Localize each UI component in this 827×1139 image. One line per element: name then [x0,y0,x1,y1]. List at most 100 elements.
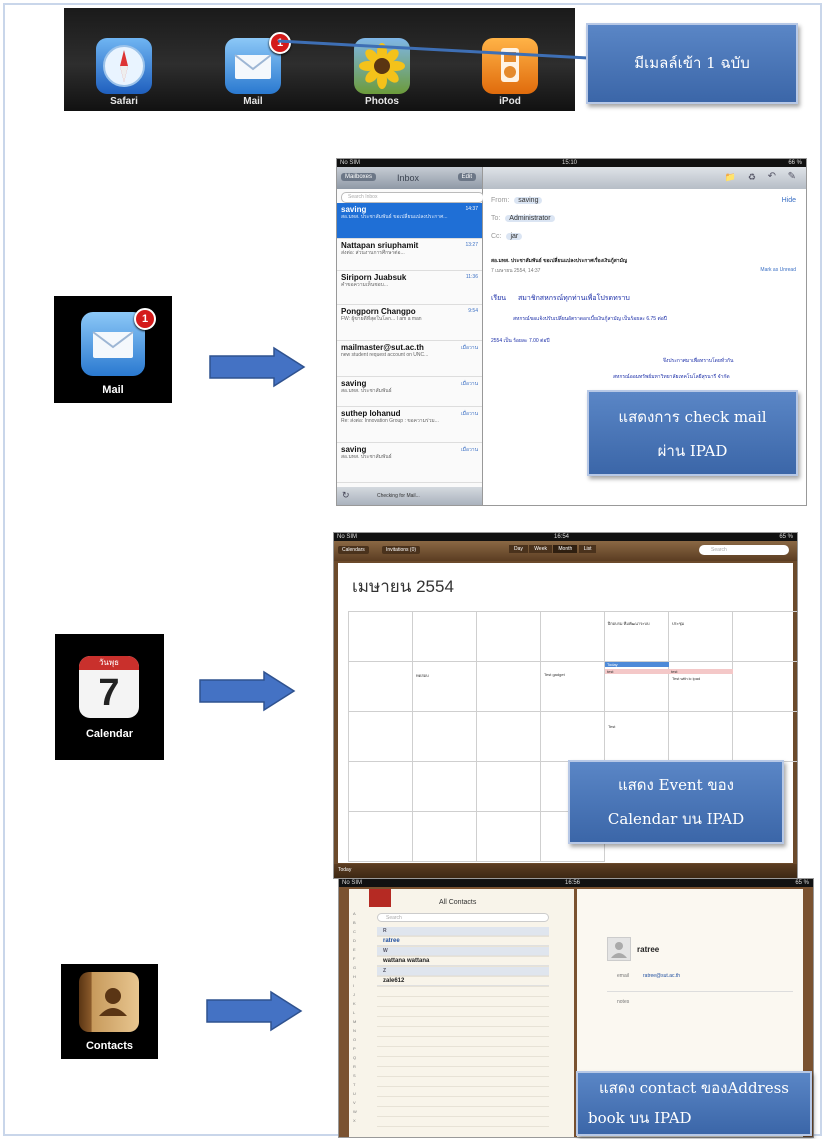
callout-leader-line [277,39,589,60]
contacts-app-tile[interactable]: Contacts [61,964,158,1059]
day-cell[interactable] [733,712,797,762]
sender: Nattapan sriuphamit [341,241,419,250]
preview: FW: ผู้ขายดีที่สุดในโลก... I am a man [341,316,422,322]
day-cell[interactable] [733,662,797,712]
search-input[interactable]: Search [377,913,549,922]
day-cell[interactable] [477,612,541,662]
cc-row: Cc: jar [491,233,523,240]
tab-day[interactable]: Day [509,545,528,553]
cc-chip[interactable]: jar [506,233,523,240]
time: 14:37 [465,206,478,212]
compose-icon[interactable]: ✎ [788,171,796,182]
contact-row[interactable]: wattana wattana [377,957,549,966]
tab-list[interactable]: List [578,545,597,553]
callout-calendar-line1: แสดง Event ของ [617,776,734,794]
mailboxes-button[interactable]: Mailboxes [341,173,377,181]
month-title: เมษายน 2554 [352,577,454,596]
event[interactable]: test [669,669,733,674]
day-cell[interactable] [413,812,477,862]
mail-app-tile[interactable]: 1 Mail [54,296,172,403]
list-item[interactable]: Pongporn Changpo FW: ผู้ขายดีที่สุดในโลก… [337,305,482,341]
list-item[interactable]: suthep lohanud Re: ส่งต่อ: Innovation Gr… [337,407,482,443]
alphabet-index[interactable]: ABCDEFGHIJKLMNOPQRSTUVWX [353,909,361,1129]
day-cell[interactable] [733,612,797,662]
list-item[interactable]: saving สอ.มทส. ประชาสัมพันธ์ เมื่อวาน [337,377,482,407]
day-cell-today[interactable]: Today test [605,662,669,712]
search-input[interactable]: Search [699,545,789,555]
day-cell[interactable] [349,762,413,812]
event[interactable]: Test [608,724,615,729]
calendar-tile-label: Calendar [85,728,134,740]
dock-label-mail: Mail [243,96,263,107]
day-cell[interactable]: ประชุม [669,612,733,662]
day-cell[interactable] [349,812,413,862]
search-input[interactable]: Search Inbox [341,192,484,203]
calendars-button[interactable]: Calendars [338,546,369,554]
mark-unread-link[interactable]: Mark as Unread [760,267,796,273]
refresh-icon[interactable]: ↻ [342,490,350,501]
day-cell[interactable] [477,812,541,862]
day-cell[interactable] [349,662,413,712]
event[interactable]: test [605,669,669,674]
day-cell[interactable]: test Test with ic ipad [669,662,733,712]
folder-icon[interactable]: 📁 [725,172,736,183]
mail-list-toolbar: Mailboxes Inbox Edit [337,167,482,189]
message-greeting: เรียน สมาชิกสหกรณ์ทุกท่านเพื่อโปรดทราบ [491,293,630,304]
invitations-button[interactable]: Invitations (0) [382,546,421,554]
event[interactable]: ทดสอบ [416,672,429,679]
status-battery: 66 % [788,160,802,166]
hide-link[interactable]: Hide [782,197,796,204]
sender: mailmaster@sut.ac.th [341,343,424,352]
calendar-icon-header: วันพุธ [79,656,139,670]
event[interactable]: Test gadget [544,672,565,677]
day-cell[interactable] [541,612,605,662]
preview: new student request account on UNC... [341,352,429,358]
today-button[interactable]: Today [338,867,351,873]
day-cell[interactable] [413,612,477,662]
day-cell[interactable] [413,762,477,812]
day-cell[interactable]: Test [605,712,669,762]
list-item[interactable]: Siriporn Juabsuk คำขอความเห็นชอบ... 11:3… [337,271,482,305]
calendar-app-tile[interactable]: วันพุธ 7 Calendar [55,634,164,760]
event[interactable]: ฝึกอบรม ทีมพัฒนาระบบ [608,620,649,627]
day-cell[interactable]: Test gadget [541,662,605,712]
tab-month[interactable]: Month [553,545,578,553]
day-cell[interactable] [477,662,541,712]
arrow-right-icon [209,346,306,388]
reply-icon[interactable]: ↶ [768,171,776,182]
contact-row[interactable]: zale612 [377,977,549,986]
safari-compass-icon[interactable] [96,38,152,94]
list-item[interactable]: saving สอ.มทส. ประชาสัมพันธ์ เมื่อวาน [337,443,482,483]
day-cell[interactable]: ทดสอบ [413,662,477,712]
email-label: email [617,973,629,979]
greeting-word: เรียน [491,295,507,302]
to-chip[interactable]: Administrator [505,215,555,222]
status-time: 16:54 [554,534,570,540]
list-item[interactable]: Nattapan sriuphamit ส่งต่อ: ส่วนงานการศึ… [337,239,482,271]
dock-label-safari: Safari [110,96,138,107]
preview: สอ.มทส. ประชาสัมพันธ์ [341,388,392,394]
list-item[interactable]: saving สอ.มทส. ประชาสัมพันธ์ ขอเปลี่ยนแป… [337,203,482,239]
time: 11:36 [465,274,478,280]
from-chip[interactable]: saving [514,197,543,204]
event[interactable]: Test with ic ipad [672,676,700,681]
callout-check-mail-line2: ผ่าน IPAD [657,442,728,460]
message-body-3: จึงประกาศมาเพื่อทราบโดยทั่วกัน [663,358,734,364]
email-value[interactable]: ratree@sut.ac.th [643,973,680,979]
contacts-list-page: ABCDEFGHIJKLMNOPQRSTUVWX All Contacts Se… [349,889,574,1137]
event[interactable]: ประชุม [672,620,684,627]
edit-button[interactable]: Edit [457,173,476,181]
day-cell[interactable] [477,712,541,762]
day-cell[interactable] [477,762,541,812]
contact-row[interactable]: ratree [377,937,549,946]
day-cell[interactable] [669,712,733,762]
day-cell[interactable]: ฝึกอบรม ทีมพัฒนาระบบ [605,612,669,662]
day-cell[interactable] [349,612,413,662]
day-cell[interactable] [413,712,477,762]
tab-week[interactable]: Week [529,545,552,553]
time: เมื่อวาน [460,345,478,351]
list-item[interactable]: mailmaster@sut.ac.th new student request… [337,341,482,377]
day-cell[interactable] [349,712,413,762]
day-cell[interactable] [541,712,605,762]
trash-icon[interactable]: ♻ [748,172,756,183]
